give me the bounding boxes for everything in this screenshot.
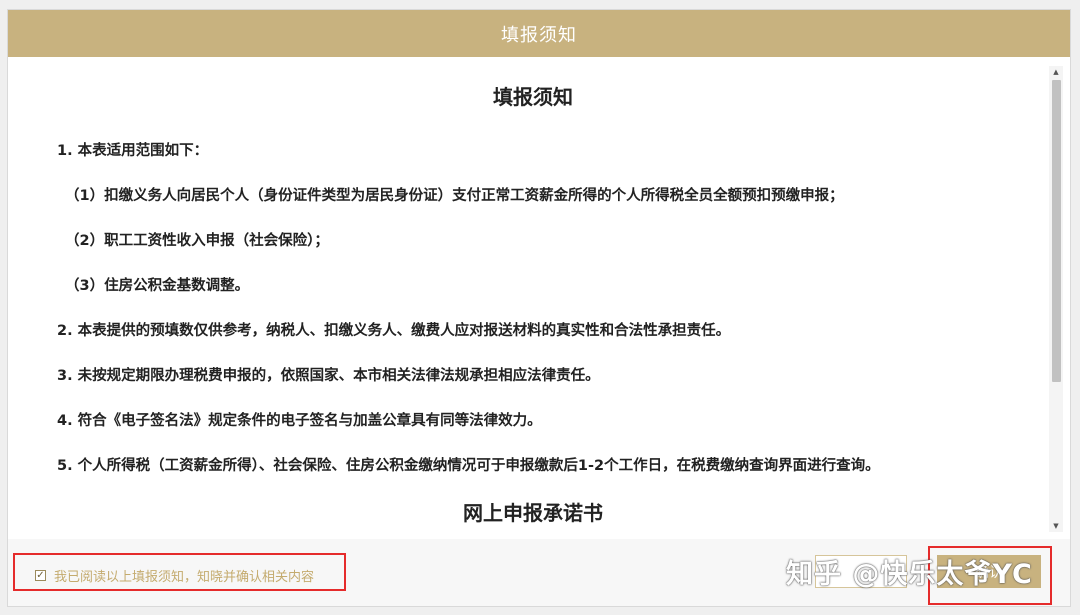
- scroll-thumb[interactable]: [1052, 80, 1061, 382]
- commitment-heading: 网上申报承诺书: [463, 501, 603, 525]
- notice-item-1-3: （3）住房公积金基数调整。: [65, 278, 250, 294]
- notice-item-1-1: （1）扣缴义务人向居民个人（身份证件类型为居民身份证）支付正常工资薪金所得的个人…: [65, 188, 844, 204]
- notice-item-2: 2. 本表提供的预填数仅供参考，纳税人、扣缴义务人、缴费人应对报送材料的真实性和…: [57, 323, 731, 339]
- scroll-up-arrow-icon[interactable]: ▲: [1049, 66, 1063, 78]
- notice-item-1: 1. 本表适用范围如下：: [57, 143, 209, 159]
- scroll-down-arrow-icon[interactable]: ▼: [1049, 520, 1063, 532]
- confirm-read-option[interactable]: ✓ 我已阅读以上填报须知，知晓并确认相关内容: [35, 566, 314, 585]
- notice-item-5: 5. 个人所得税（工资薪金所得）、社会保险、住房公积金缴纳情况可于申报缴款后1-…: [57, 458, 880, 474]
- checkmark-icon: ✓: [36, 569, 45, 581]
- watermark-text: 知乎 @快乐太爷YC: [786, 559, 1033, 590]
- notice-item-3: 3. 未按规定期限办理税费申报的，依照国家、本市相关法律法规承担相应法律责任。: [57, 368, 600, 384]
- notice-item-1-2: （2）职工工资性收入申报（社会保险）；: [65, 233, 329, 249]
- confirm-read-checkbox[interactable]: ✓: [35, 570, 46, 581]
- notice-content[interactable]: 填报须知 1. 本表适用范围如下： （1）扣缴义务人向居民个人（身份证件类型为居…: [8, 57, 1058, 539]
- confirm-read-label[interactable]: 我已阅读以上填报须知，知晓并确认相关内容: [54, 566, 314, 585]
- notice-heading: 填报须知: [493, 85, 573, 109]
- dialog-title: 填报须知: [8, 10, 1070, 57]
- notice-item-4: 4. 符合《电子签名法》规定条件的电子签名与加盖公章具有同等法律效力。: [57, 413, 542, 429]
- notice-dialog: 填报须知 填报须知 1. 本表适用范围如下： （1）扣缴义务人向居民个人（身份证…: [7, 9, 1071, 607]
- content-scrollbar[interactable]: ▲ ▼: [1049, 66, 1063, 532]
